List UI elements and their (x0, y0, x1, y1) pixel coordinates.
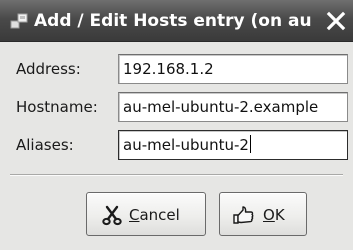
add-edit-hosts-dialog: Add / Edit Hosts entry (on au Address: 1… (0, 0, 353, 250)
hostname-field[interactable]: au-mel-ubuntu-2.example (118, 92, 348, 122)
title-bar[interactable]: Add / Edit Hosts entry (on au (0, 0, 353, 42)
hand-thumbs-up-icon (233, 206, 254, 224)
hostname-value: au-mel-ubuntu-2.example (123, 98, 319, 116)
hostname-row: Hostname: au-mel-ubuntu-2.example (0, 90, 353, 124)
close-icon[interactable] (325, 10, 347, 32)
cancel-button[interactable]: Cancel (86, 192, 206, 236)
network-icon (10, 13, 28, 29)
address-label: Address: (16, 60, 81, 78)
ok-label: OK (263, 206, 285, 224)
window-title: Add / Edit Hosts entry (on au (34, 11, 312, 31)
aliases-label: Aliases: (16, 136, 74, 154)
address-field[interactable]: 192.168.1.2 (118, 54, 348, 84)
ok-button[interactable]: OK (219, 192, 307, 236)
address-row: Address: 192.168.1.2 (0, 52, 353, 86)
aliases-row: Aliases: au-mel-ubuntu-2 (0, 128, 353, 162)
text-caret (249, 135, 251, 153)
hostname-label: Hostname: (16, 98, 98, 116)
aliases-value: au-mel-ubuntu-2 (123, 136, 249, 154)
cancel-label: Cancel (129, 206, 180, 224)
scissors-icon (102, 205, 122, 226)
address-value: 192.168.1.2 (123, 60, 214, 78)
separator (10, 174, 343, 176)
aliases-field[interactable]: au-mel-ubuntu-2 (118, 130, 348, 160)
